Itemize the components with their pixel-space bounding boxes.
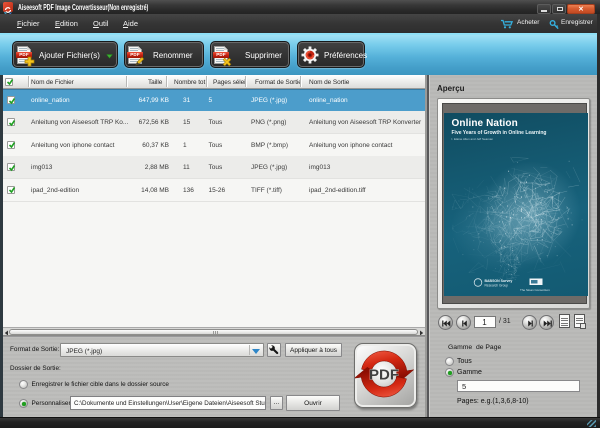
svg-text:BABSON Survey: BABSON Survey (484, 279, 512, 283)
svg-text:Research Group: Research Group (484, 284, 508, 288)
svg-text:The Sloan Consortium: The Sloan Consortium (520, 288, 550, 292)
svg-text:PDF: PDF (369, 367, 399, 384)
